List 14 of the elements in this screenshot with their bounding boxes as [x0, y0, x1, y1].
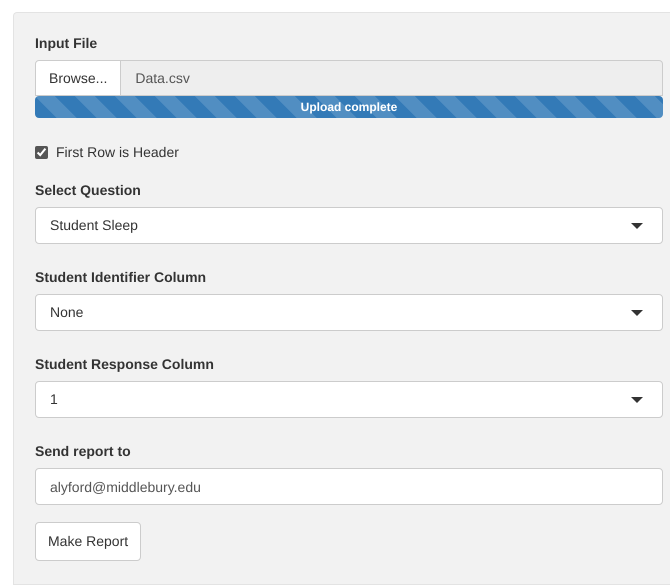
email-field[interactable]: alyford@middlebury.edu — [35, 468, 663, 505]
field-label: Select Question — [35, 181, 141, 200]
select-dropdown[interactable]: Student Sleep — [35, 207, 663, 244]
file-name-field[interactable]: Data.csv — [121, 60, 663, 96]
field-label: Student Response Column — [35, 355, 214, 374]
select-dropdown[interactable]: None — [35, 294, 663, 331]
make-report-button[interactable]: Make Report — [35, 522, 142, 561]
field-label: Send report to — [35, 442, 131, 461]
checkbox-label: First Row is Header — [56, 143, 179, 162]
field-label: Input File — [35, 34, 98, 53]
select-dropdown[interactable]: 1 — [35, 381, 663, 418]
browse-button[interactable]: Browse... — [35, 60, 122, 96]
field-label: Student Identifier Column — [35, 268, 206, 287]
progress-bar: Upload complete — [35, 96, 663, 118]
